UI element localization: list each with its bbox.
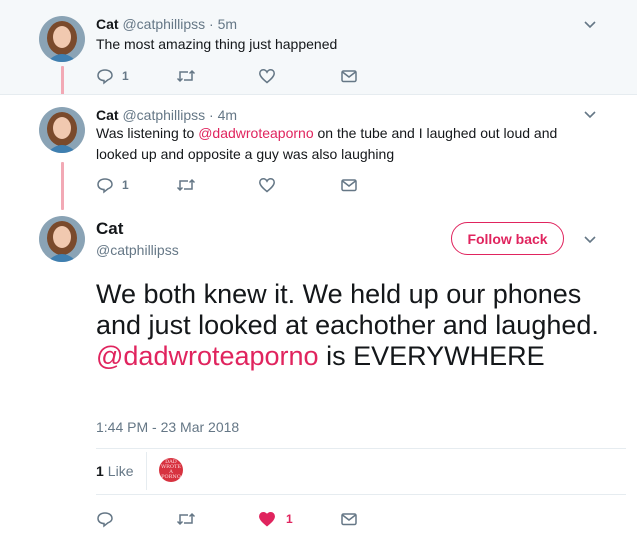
message-button[interactable]: [340, 509, 358, 529]
avatar[interactable]: [39, 216, 85, 262]
heart-icon: [259, 512, 275, 527]
retweet-icon: [176, 69, 196, 83]
main-tweet-actions: 1: [96, 509, 366, 531]
chevron-down-icon[interactable]: [582, 16, 598, 32]
tweet-time[interactable]: 5m: [218, 16, 237, 32]
tweet-actions: 1: [96, 175, 366, 197]
reply-button[interactable]: [96, 509, 114, 529]
retweet-button[interactable]: [176, 66, 196, 86]
like-count: 1: [286, 512, 293, 526]
reply-icon: [97, 512, 113, 528]
tweet-header: Cat @catphillipss · 4m: [96, 106, 237, 124]
tweet-actions: 1: [96, 66, 366, 88]
reply-count: 1: [122, 69, 129, 83]
message-button[interactable]: [340, 175, 358, 195]
thread-connector: [61, 162, 64, 210]
main-tweet-text: We both knew it. We held up our phones a…: [96, 279, 626, 372]
reply-icon: [97, 178, 113, 194]
like-word: Like: [107, 463, 134, 479]
display-name[interactable]: Cat: [96, 219, 123, 239]
tweet-text-part: Was listening to: [96, 125, 199, 141]
tweet-text-part: is EVERYWHERE: [318, 341, 545, 371]
message-icon: [341, 179, 357, 192]
separator: ·: [209, 107, 214, 123]
display-name[interactable]: Cat: [96, 107, 119, 123]
tweet-time[interactable]: 4m: [218, 107, 237, 123]
heart-icon: [259, 178, 275, 193]
mention-link[interactable]: @dadwroteaporno: [198, 125, 313, 141]
chevron-down-icon[interactable]: [582, 106, 598, 122]
tweet-2[interactable]: Cat @catphillipss · 4m Was listening to …: [0, 94, 637, 205]
display-name[interactable]: Cat: [96, 16, 119, 32]
user-handle[interactable]: @catphillipss: [122, 16, 205, 32]
like-button[interactable]: [258, 66, 276, 86]
retweet-icon: [176, 178, 196, 192]
tweet-timestamp[interactable]: 1:44 PM - 23 Mar 2018: [96, 419, 239, 435]
reply-button[interactable]: 1: [96, 66, 129, 86]
separator: ·: [209, 16, 214, 32]
like-count: 1: [96, 463, 104, 479]
message-button[interactable]: [340, 66, 358, 86]
follow-back-button[interactable]: Follow back: [451, 222, 564, 255]
tweet-1[interactable]: Cat @catphillipss · 5m The most amazing …: [0, 0, 637, 94]
message-icon: [341, 70, 357, 83]
like-button[interactable]: [258, 175, 276, 195]
retweet-icon: [176, 512, 196, 526]
avatar[interactable]: [39, 16, 85, 62]
liker-avatar-text: DAD WROTE A PORNO: [161, 459, 181, 480]
divider: [96, 448, 626, 449]
reply-icon: [97, 69, 113, 85]
liker-avatar[interactable]: DAD WROTE A PORNO: [159, 458, 183, 482]
user-handle[interactable]: @catphillipss: [96, 242, 179, 258]
tweet-header: Cat @catphillipss · 5m: [96, 15, 237, 33]
tweet-text-part: We both knew it. We held up our phones a…: [96, 279, 599, 340]
divider: [96, 494, 626, 495]
like-button[interactable]: 1: [258, 509, 293, 529]
reply-count: 1: [122, 178, 129, 192]
retweet-button[interactable]: [176, 509, 196, 529]
tweet-text: The most amazing thing just happened: [96, 36, 338, 52]
chevron-down-icon[interactable]: [582, 231, 598, 247]
heart-icon: [259, 69, 275, 84]
tweet-text: Was listening to @dadwroteaporno on the …: [96, 123, 576, 165]
like-summary[interactable]: 1 Like: [96, 463, 133, 479]
user-handle[interactable]: @catphillipss: [122, 107, 205, 123]
retweet-button[interactable]: [176, 175, 196, 195]
message-icon: [341, 513, 357, 526]
mention-link[interactable]: @dadwroteaporno: [96, 341, 319, 371]
divider: [146, 452, 147, 490]
reply-button[interactable]: 1: [96, 175, 129, 195]
avatar[interactable]: [39, 107, 85, 153]
